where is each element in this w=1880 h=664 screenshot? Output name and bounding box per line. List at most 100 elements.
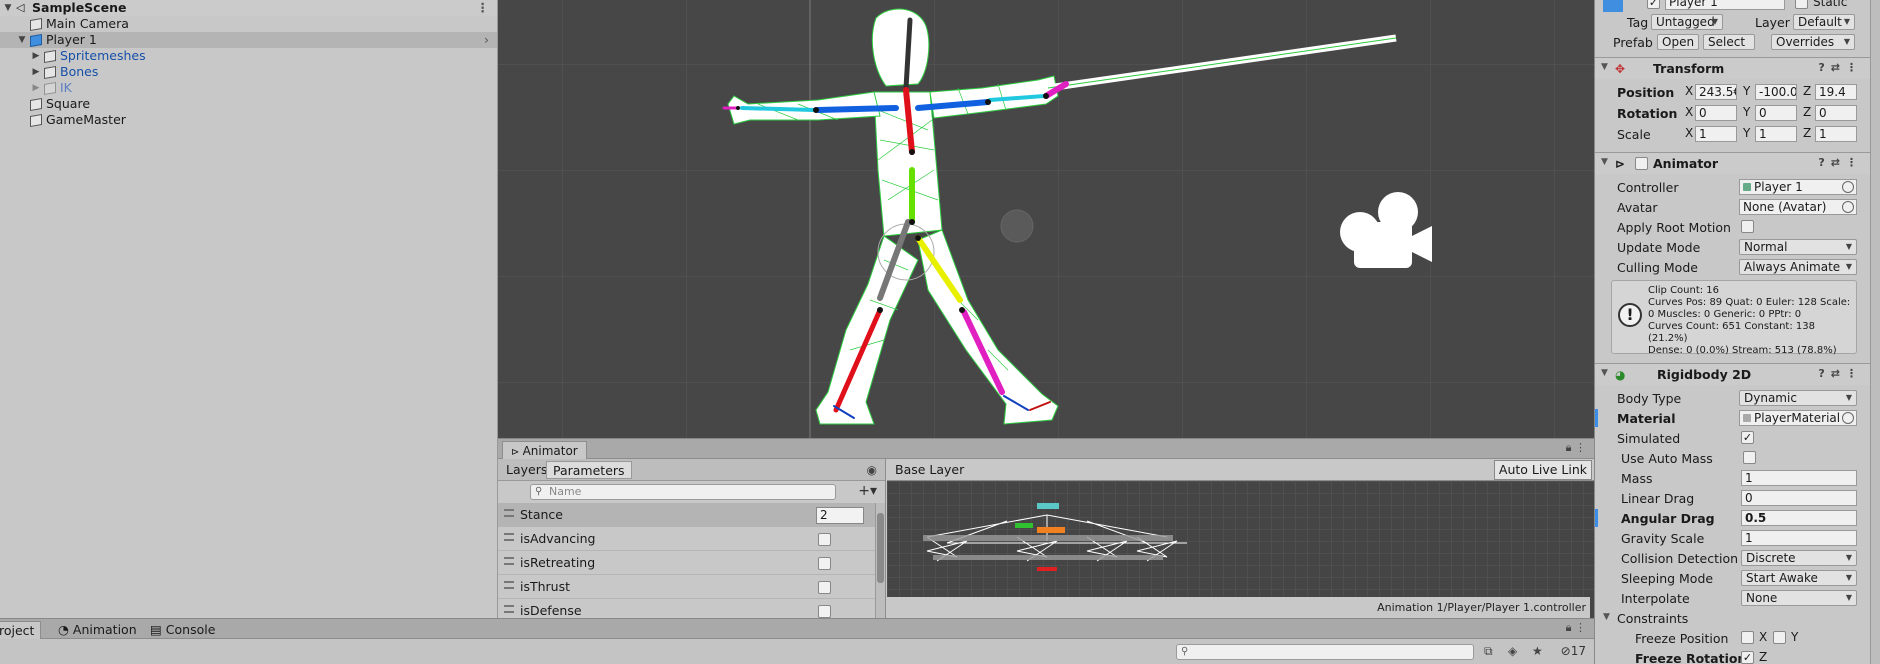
tab-console[interactable]: ▤ Console (144, 621, 221, 639)
collapsed-triangle-icon[interactable]: ▶ (30, 80, 42, 96)
interpolate-dropdown[interactable]: None ▼ (1741, 590, 1857, 606)
kebab-menu-icon[interactable]: ⋮ (1575, 441, 1586, 454)
hierarchy-item-bones[interactable]: ▶ Bones (0, 64, 497, 80)
state-node-entry[interactable] (1037, 503, 1059, 509)
hierarchy-item-ik[interactable]: ▶ IK (0, 80, 497, 96)
rigidbody2d-header[interactable]: ▼ ◕ Rigidbody 2D ?⇄⋮ (1595, 363, 1870, 385)
freeze-rotation-z-checkbox[interactable]: ✓ (1741, 651, 1754, 664)
scale-y-field[interactable]: 1 (1755, 126, 1797, 142)
scale-x-field[interactable]: 1 (1695, 126, 1737, 142)
object-picker-icon[interactable] (1842, 181, 1854, 193)
lock-icon[interactable]: 🔒︎ (1566, 441, 1572, 454)
state-node-row[interactable] (923, 535, 1173, 541)
kebab-menu-icon[interactable]: ⋮ (477, 0, 490, 16)
layer-dropdown[interactable]: Default ▼ (1793, 14, 1855, 30)
filter-type-icon[interactable]: ⧉ (1484, 644, 1493, 659)
prefab-open-button[interactable]: Open (1657, 34, 1699, 50)
hidden-packages-count[interactable]: ⊘17 (1561, 644, 1586, 658)
scene-view[interactable] (498, 0, 1594, 438)
hierarchy-item-main-camera[interactable]: Main Camera (0, 16, 497, 32)
position-z-field[interactable]: 19.4 (1815, 84, 1857, 100)
filter-label-icon[interactable]: ◈ (1508, 644, 1517, 658)
position-x-field[interactable]: 243.5€ (1695, 84, 1737, 100)
collapse-triangle-icon[interactable]: ▼ (1601, 157, 1608, 167)
prefab-overrides-dropdown[interactable]: Overrides ▼ (1771, 34, 1855, 50)
help-icon[interactable]: ? (1818, 156, 1830, 169)
eye-icon[interactable]: ◉ (867, 463, 877, 477)
gravity-scale-field[interactable]: 1 (1741, 530, 1857, 546)
tab-animation[interactable]: ◔ Animation (52, 621, 143, 639)
preset-icon[interactable]: ⇄ (1831, 156, 1846, 169)
bone-forearm-left[interactable] (740, 106, 816, 112)
angular-drag-field[interactable]: 0.5 (1741, 510, 1857, 526)
animator-header[interactable]: ▼ ⊳ Animator ?⇄⋮ (1595, 152, 1870, 174)
window-controls[interactable]: 🔒︎ ⋮ (1566, 441, 1586, 455)
hierarchy-item-player-1[interactable]: ▼ Player 1 › (0, 32, 497, 48)
drag-handle-icon[interactable] (504, 533, 514, 541)
active-checkbox[interactable]: ✓ (1647, 0, 1660, 9)
static-checkbox[interactable] (1795, 0, 1808, 9)
scene-row[interactable]: ▼ ◁ SampleScene ⋮ (0, 0, 497, 16)
animator-tab[interactable]: ⊳ Animator (502, 441, 587, 459)
kebab-menu-icon[interactable]: ⋮ (1846, 367, 1863, 380)
collapse-triangle-icon[interactable]: ▼ (1603, 612, 1610, 622)
transform-header[interactable]: ▼ ✥ Transform ?⇄⋮ (1595, 57, 1870, 79)
rotation-y-field[interactable]: 0 (1755, 105, 1797, 121)
collapsed-triangle-icon[interactable]: ▶ (30, 64, 42, 80)
rotation-z-field[interactable]: 0 (1815, 105, 1857, 121)
breadcrumb-base-layer[interactable]: Base Layer (887, 461, 972, 479)
expand-triangle-icon[interactable]: ▼ (2, 0, 14, 16)
sleeping-mode-dropdown[interactable]: Start Awake ▼ (1741, 570, 1857, 586)
gizmo-handle[interactable] (1000, 209, 1034, 243)
component-tools[interactable]: ?⇄⋮ (1818, 61, 1863, 74)
hierarchy-item-gamemaster[interactable]: GameMaster (0, 112, 497, 128)
parameter-bool-checkbox[interactable] (818, 581, 831, 594)
expand-triangle-icon[interactable]: ▼ (16, 32, 28, 48)
collapse-triangle-icon[interactable]: ▼ (1601, 62, 1608, 72)
parameter-row[interactable]: isRetreating (498, 551, 885, 575)
update-mode-dropdown[interactable]: Normal ▼ (1739, 239, 1857, 255)
state-node-active[interactable] (1015, 523, 1033, 528)
freeze-position-y-checkbox[interactable] (1773, 631, 1786, 644)
scene-canvas[interactable] (498, 0, 1594, 438)
parameter-row[interactable]: isAdvancing (498, 527, 885, 551)
rotation-x-field[interactable]: 0 (1695, 105, 1737, 121)
collision-detection-dropdown[interactable]: Discrete ▼ (1741, 550, 1857, 566)
parameter-row[interactable]: Stance 2 (498, 503, 885, 527)
lock-icon[interactable]: 🔒︎ (1566, 621, 1572, 634)
material-object-field[interactable]: PlayerMaterial (1739, 410, 1857, 426)
constraints-row[interactable]: ▼ Constraints (1595, 609, 1870, 627)
state-graph-canvas[interactable] (887, 481, 1594, 597)
hierarchy-item-square[interactable]: Square (0, 96, 497, 112)
tab-parameters[interactable]: Parameters (546, 461, 632, 479)
parameter-bool-checkbox[interactable] (818, 533, 831, 546)
favorite-star-icon[interactable]: ★ (1532, 644, 1543, 658)
tag-dropdown[interactable]: Untagged ▼ (1651, 14, 1723, 30)
collapsed-triangle-icon[interactable]: ▶ (30, 48, 42, 64)
drag-handle-icon[interactable] (504, 509, 514, 517)
scrollbar-thumb[interactable] (877, 513, 884, 583)
linear-drag-field[interactable]: 0 (1741, 490, 1857, 506)
parameter-bool-checkbox[interactable] (818, 605, 831, 618)
parameter-int-field[interactable]: 2 (816, 507, 864, 524)
scale-z-field[interactable]: 1 (1815, 126, 1857, 142)
object-picker-icon[interactable] (1842, 412, 1854, 424)
prefab-select-button[interactable]: Select (1703, 34, 1755, 50)
freeze-position-x-checkbox[interactable] (1741, 631, 1754, 644)
preset-icon[interactable]: ⇄ (1831, 367, 1846, 380)
project-search-input[interactable]: ⚲ (1176, 644, 1474, 660)
state-nodes[interactable] (923, 503, 1173, 571)
state-node-row[interactable] (933, 555, 1163, 560)
mass-field[interactable]: 1 (1741, 470, 1857, 486)
help-icon[interactable]: ? (1818, 367, 1830, 380)
drag-handle-icon[interactable] (504, 581, 514, 589)
kebab-menu-icon[interactable]: ⋮ (1846, 156, 1863, 169)
apply-root-motion-checkbox[interactable] (1741, 220, 1754, 233)
controller-object-field[interactable]: Player 1 (1739, 179, 1857, 195)
use-auto-mass-checkbox[interactable] (1743, 451, 1756, 464)
tab-project[interactable]: roject (0, 621, 42, 639)
body-type-dropdown[interactable]: Dynamic ▼ (1739, 390, 1857, 406)
add-parameter-button[interactable]: +▾ (858, 483, 877, 499)
help-icon[interactable]: ? (1818, 61, 1830, 74)
parameters-scrollbar[interactable] (875, 503, 885, 619)
